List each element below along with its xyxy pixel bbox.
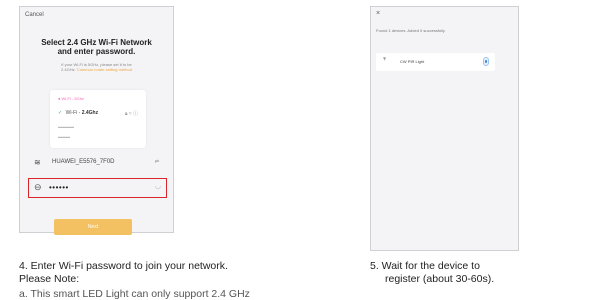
wifi-icon: ≋ [34, 158, 41, 167]
wifi-option-5g: ● Wi-Fi - 5Ghz [58, 96, 138, 101]
hint-line-2: 2.4GHz. Common router setting method [28, 67, 165, 72]
wifi-placeholder-row: ▬▬▬ [58, 134, 70, 139]
note-item-a: a. This smart LED Light can only support… [19, 288, 250, 300]
title-line-2: and enter password. [57, 47, 136, 56]
wifi-option-24g: ✓ Wi-Fi - 2.4Ghz 🔒︎ ≈ ⓘ [58, 110, 138, 117]
device-discovery-screen: × Found 1 devices. Added 0 successfully … [370, 6, 519, 251]
router-setting-link[interactable]: Common router setting method [77, 67, 132, 72]
page-title: Select 2.4 GHz Wi-Fi Network and enter p… [28, 38, 165, 56]
loading-spinner-icon [483, 57, 489, 66]
step-4-caption: 4. Enter Wi-Fi password to join your net… [19, 260, 228, 272]
title-line-1: Select 2.4 GHz Wi-Fi Network [41, 38, 152, 47]
switch-network-icon[interactable]: ⇄ [155, 159, 159, 165]
wifi-option-24-prefix: Wi-Fi - [65, 110, 82, 116]
show-password-icon[interactable]: ◡ [155, 182, 161, 190]
wifi-ssid-row[interactable]: ≋ HUAWEI_E5576_7F0D ⇄ [34, 157, 159, 169]
wifi-band-illustration: ● Wi-Fi - 5Ghz ✓ Wi-Fi - 2.4Ghz 🔒︎ ≈ ⓘ ▬… [50, 90, 146, 148]
ssid-value: HUAWEI_E5576_7F0D [52, 159, 115, 165]
device-list-item[interactable]: ♆ CW PIR Light [376, 53, 495, 71]
discovery-status: Found 1 devices. Added 0 successfully [376, 28, 445, 33]
note-label: Please Note: [19, 273, 80, 285]
password-field[interactable]: ⊖ •••••• ◡ [28, 178, 167, 198]
band-hint: If your Wi-Fi is 5GHz, please set it to … [28, 62, 165, 72]
cancel-button[interactable]: Cancel [25, 12, 44, 18]
device-name: CW PIR Light [400, 59, 425, 64]
next-button[interactable]: Next [54, 219, 132, 235]
hint-prefix: 2.4GHz. [61, 67, 77, 72]
disabled-icon: ● [58, 96, 61, 101]
lock-icon: ⊖ [34, 182, 42, 192]
wifi-lock-info-icons: 🔒︎ ≈ ⓘ [124, 111, 138, 117]
check-icon: ✓ [58, 110, 63, 116]
step-5-caption-line-2: register (about 30-60s). [385, 273, 495, 285]
password-value: •••••• [49, 183, 69, 192]
light-device-icon: ♆ [382, 56, 388, 63]
wifi-placeholder-row: ▬▬▬▬ [58, 124, 74, 129]
wifi-setup-screen: Cancel Select 2.4 GHz Wi-Fi Network and … [19, 6, 174, 235]
wifi-option-24-band: 2.4Ghz [81, 110, 99, 116]
step-5-caption-line-1: 5. Wait for the device to [370, 260, 480, 272]
wifi-option-5g-label: Wi-Fi - 5Ghz [61, 96, 84, 101]
close-button[interactable]: × [376, 10, 380, 17]
